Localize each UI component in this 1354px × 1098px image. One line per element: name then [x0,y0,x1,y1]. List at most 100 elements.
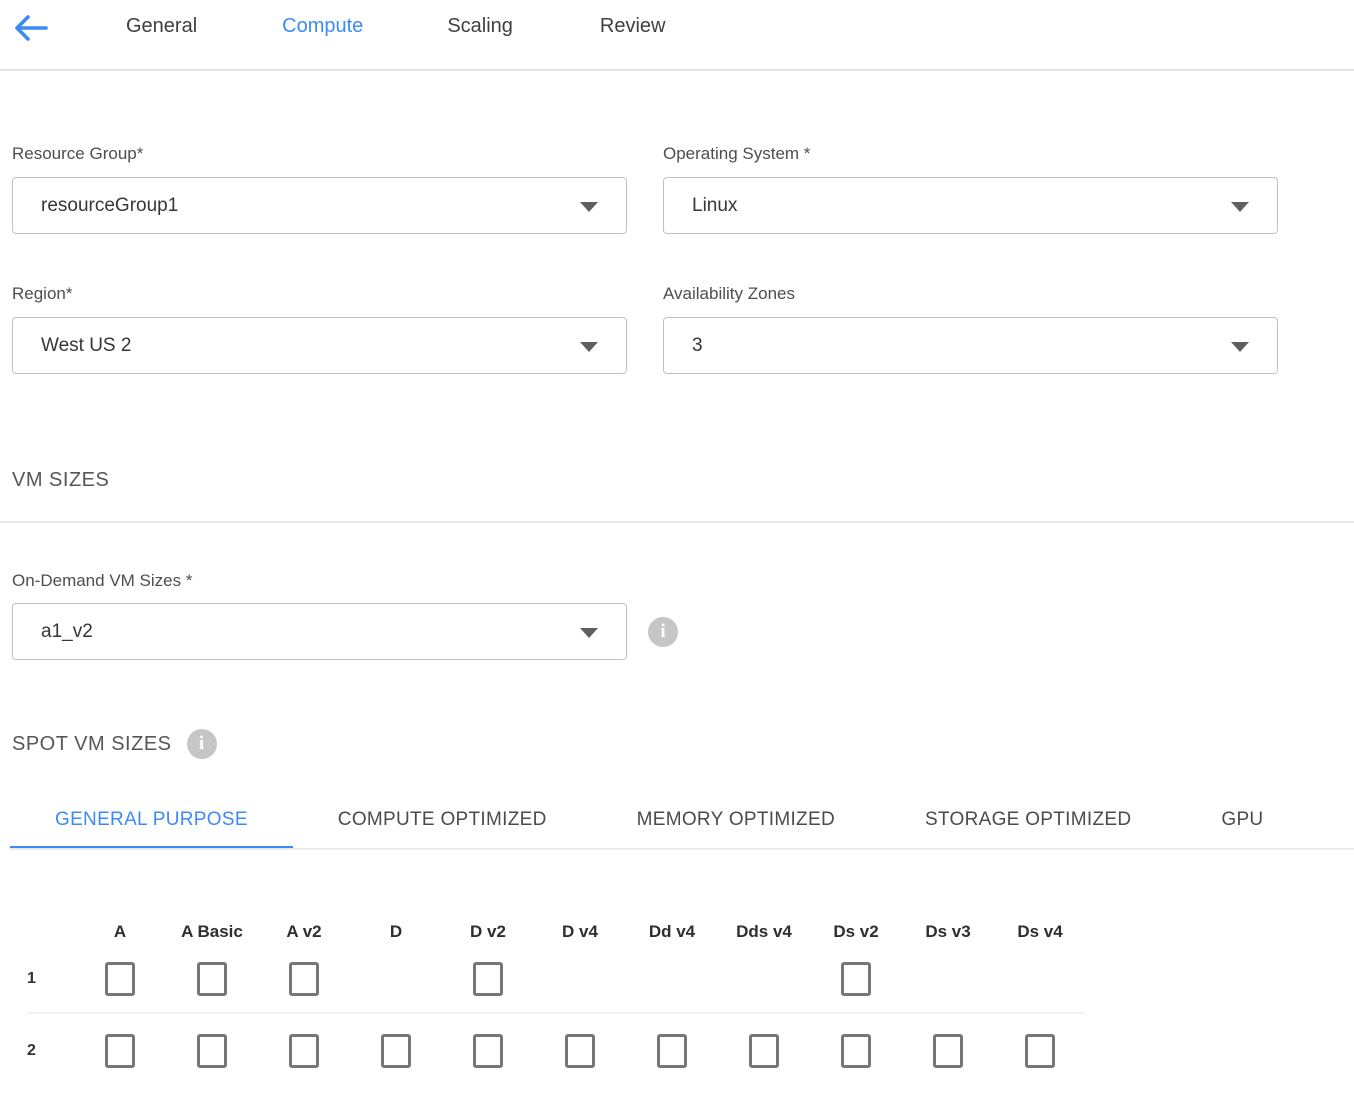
vm-table-cell [74,962,166,996]
vm-table-row-label: 1 [27,970,74,988]
vm-size-table: AA BasicA v2DD v2D v4Dd v4Dds v4Ds v2Ds … [0,922,1354,1068]
on-demand-row: a1_v2 i [12,603,1354,660]
resource-group-select[interactable]: resourceGroup1 [12,177,627,234]
operating-system-label: Operating System * [663,144,1278,164]
tab-review[interactable]: Review [600,12,666,38]
arrow-left-icon [13,13,49,43]
availability-zones-field: Availability Zones 3 [663,284,1278,374]
vm-size-checkbox[interactable] [841,1034,871,1068]
vm-table-cell [350,962,442,996]
vm-size-checkbox[interactable] [473,1034,503,1068]
vm-family-column-header: Dds v4 [718,922,810,942]
vm-family-column-header: D [350,922,442,942]
vm-family-column-header: Ds v3 [902,922,994,942]
spot-vm-sizes-header: SPOT VM SIZES i [12,729,1354,759]
vm-family-column-header: D v2 [442,922,534,942]
vm-table-cell [442,962,534,996]
vm-family-column-header: A v2 [258,922,350,942]
region-value: West US 2 [41,335,131,357]
tab-memory-optimized[interactable]: MEMORY OPTIMIZED [592,797,880,848]
vm-table-cell [258,1034,350,1068]
vm-sizes-section-title: VM SIZES [12,469,1354,492]
vm-table-header-row: AA BasicA v2DD v2D v4Dd v4Dds v4Ds v2Ds … [27,922,1354,942]
tab-compute-optimized[interactable]: COMPUTE OPTIMIZED [293,797,592,848]
availability-zones-select[interactable]: 3 [663,317,1278,374]
availability-zones-label: Availability Zones [663,284,1278,304]
vm-family-column-header: A Basic [166,922,258,942]
vm-table-cell [994,962,1086,996]
operating-system-value: Linux [692,195,737,217]
vm-family-column-header: A [74,922,166,942]
vm-table-cell [534,962,626,996]
resource-group-label: Resource Group* [12,144,627,164]
vm-table-cell [626,962,718,996]
on-demand-vm-sizes-value: a1_v2 [41,621,93,643]
vm-table-cell [534,1034,626,1068]
vm-size-checkbox[interactable] [657,1034,687,1068]
vm-size-checkbox[interactable] [197,1034,227,1068]
vm-table-cell [718,962,810,996]
tab-general[interactable]: General [126,12,197,38]
vm-size-checkbox[interactable] [1025,1034,1055,1068]
vm-table-cell [258,962,350,996]
caret-down-icon [580,342,598,352]
vm-table-cell [810,962,902,996]
vm-table-cell [350,1034,442,1068]
vm-table-cell [718,1034,810,1068]
availability-zones-value: 3 [692,335,703,357]
section-divider [0,521,1354,523]
form-row-1: Resource Group* resourceGroup1 Operating… [12,144,1354,234]
vm-size-checkbox[interactable] [289,962,319,996]
caret-down-icon [580,628,598,638]
spot-vm-category-tabs: GENERAL PURPOSE COMPUTE OPTIMIZED MEMORY… [10,797,1354,850]
vm-size-checkbox[interactable] [289,1034,319,1068]
wizard-tab-bar: General Compute Scaling Review [0,0,1354,71]
on-demand-vm-sizes-label: On-Demand VM Sizes * [12,571,1354,591]
back-button[interactable] [12,12,50,44]
vm-table-row: 2 [27,1034,1354,1068]
caret-down-icon [1231,342,1249,352]
vm-table-cell [74,1034,166,1068]
vm-table-cell [442,1034,534,1068]
vm-size-checkbox[interactable] [105,962,135,996]
vm-table-cell [902,962,994,996]
info-icon[interactable]: i [648,617,678,647]
on-demand-vm-sizes-select[interactable]: a1_v2 [12,603,627,660]
vm-table-cell [626,1034,718,1068]
vm-table-cell [166,1034,258,1068]
tab-gpu[interactable]: GPU [1176,797,1308,848]
region-label: Region* [12,284,627,304]
vm-table-row: 1 [27,962,1354,996]
vm-size-checkbox[interactable] [197,962,227,996]
vm-size-checkbox[interactable] [841,962,871,996]
vm-size-checkbox[interactable] [749,1034,779,1068]
vm-family-column-header: D v4 [534,922,626,942]
vm-size-checkbox[interactable] [381,1034,411,1068]
caret-down-icon [1231,202,1249,212]
spot-vm-sizes-section-title: SPOT VM SIZES [12,733,172,756]
vm-table-cell [166,962,258,996]
region-field: Region* West US 2 [12,284,627,374]
region-select[interactable]: West US 2 [12,317,627,374]
vm-table-cell [902,1034,994,1068]
vm-size-checkbox[interactable] [473,962,503,996]
info-icon[interactable]: i [187,729,217,759]
tab-general-purpose[interactable]: GENERAL PURPOSE [10,797,293,850]
vm-size-checkbox[interactable] [105,1034,135,1068]
vm-table-cell [994,1034,1086,1068]
tab-compute[interactable]: Compute [282,12,363,38]
vm-family-column-header: Ds v4 [994,922,1086,942]
vm-size-checkbox[interactable] [565,1034,595,1068]
vm-family-column-header: Ds v2 [810,922,902,942]
vm-family-column-header: Dd v4 [626,922,718,942]
resource-group-value: resourceGroup1 [41,195,178,217]
operating-system-select[interactable]: Linux [663,177,1278,234]
caret-down-icon [580,202,598,212]
vm-size-checkbox[interactable] [933,1034,963,1068]
tab-scaling[interactable]: Scaling [447,12,513,38]
tab-storage-optimized[interactable]: STORAGE OPTIMIZED [880,797,1176,848]
vm-table-cell [810,1034,902,1068]
resource-group-field: Resource Group* resourceGroup1 [12,144,627,234]
operating-system-field: Operating System * Linux [663,144,1278,234]
row-divider [27,1012,1085,1014]
